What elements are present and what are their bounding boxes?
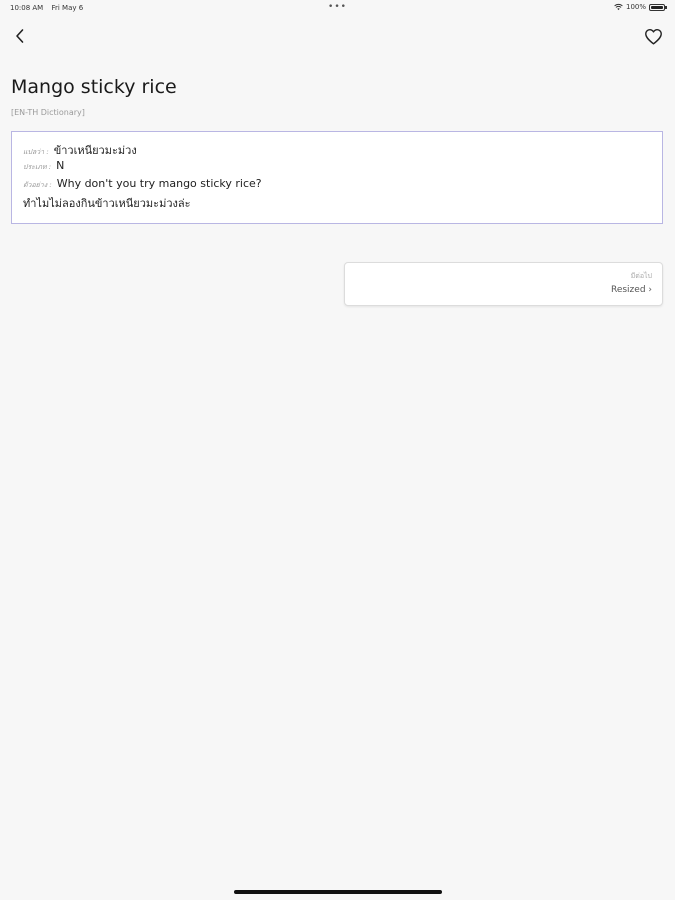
word-title: Mango sticky rice: [11, 76, 177, 98]
battery-percent: 100%: [625, 3, 646, 11]
example-row: ตัวอย่าง : Why don't you try mango stick…: [23, 177, 651, 195]
home-indicator[interactable]: [233, 890, 442, 894]
navigation-bar: [0, 20, 675, 52]
status-bar: 10:08 AM Fri May 6 ••• 100%: [0, 0, 675, 18]
definition-card: แปลว่า : ข้าวเหนียวมะม่วง ประเภท : N ตัว…: [11, 131, 663, 224]
example-thai: ทำไมไม่ลองกินข้าวเหนียวมะม่วงล่ะ: [23, 197, 191, 210]
status-time: 10:08 AM: [10, 4, 44, 12]
part-of-speech-row: ประเภท : N: [23, 159, 651, 177]
dictionary-source-label: [EN-TH Dictionary]: [11, 108, 85, 117]
translation-row: แปลว่า : ข้าวเหนียวมะม่วง: [23, 141, 651, 159]
related-info-card[interactable]: มีต่อไป Resized ›: [344, 262, 663, 306]
heart-outline-icon: [644, 28, 662, 45]
status-time-date: 10:08 AM Fri May 6: [10, 4, 89, 12]
status-indicators: 100%: [614, 3, 667, 11]
favorite-button[interactable]: [641, 24, 665, 48]
translation-value: ข้าวเหนียวมะม่วง: [53, 144, 137, 157]
part-of-speech-value: N: [56, 159, 65, 172]
multitasking-dots[interactable]: •••: [328, 2, 347, 12]
translation-label: แปลว่า :: [23, 148, 49, 156]
part-of-speech-label: ประเภท :: [23, 163, 52, 171]
battery-icon: [649, 3, 667, 11]
back-button[interactable]: [8, 24, 32, 48]
status-date: Fri May 6: [51, 4, 84, 12]
chevron-left-icon: [16, 29, 24, 43]
info-card-label: มีต่อไป: [630, 272, 652, 280]
resized-link[interactable]: Resized ›: [355, 283, 652, 297]
example-english: Why don't you try mango sticky rice?: [56, 177, 262, 190]
example-label: ตัวอย่าง :: [23, 181, 52, 189]
wifi-icon: [614, 3, 623, 11]
